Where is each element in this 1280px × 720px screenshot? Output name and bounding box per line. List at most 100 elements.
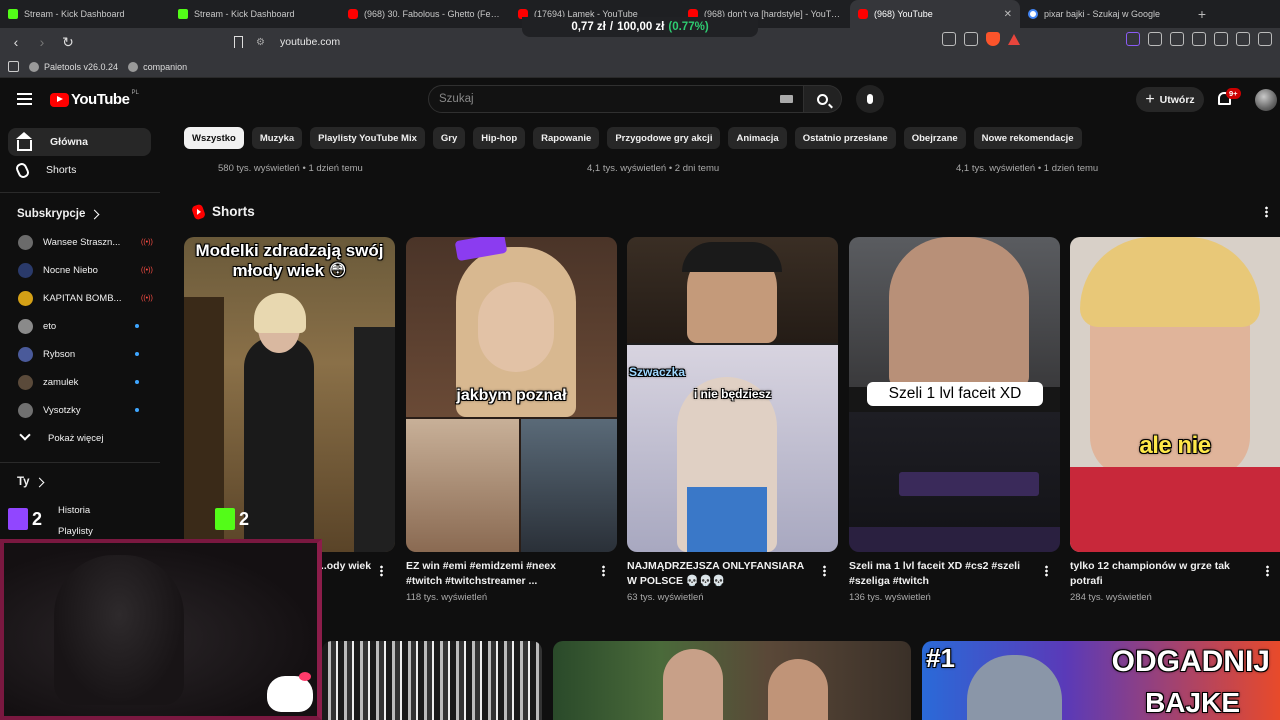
you-header[interactable]: Ty [17,476,45,488]
bookmark-item[interactable]: Paletools v26.0.24 [29,61,119,72]
browser-tab[interactable]: Stream - Kick Dashboard [170,0,340,28]
microphone-icon [867,94,873,104]
channel-avatar [18,262,33,278]
short-title[interactable]: ...ody wiek [318,559,378,574]
short-thumbnail[interactable]: Szwaczka i nie będziesz [627,237,838,552]
subscription-item[interactable]: Vysotzky [8,396,151,424]
short-thumbnail[interactable]: ale nie [1070,237,1280,552]
subscription-item[interactable]: eto [8,312,151,340]
chip[interactable]: Nowe rekomendacje [973,127,1082,149]
video-thumbnail[interactable]: #1 ODGADNIJ BAJKE [922,641,1280,720]
more-options-icon[interactable] [823,565,826,577]
youtube-logo[interactable]: YouTube PL [50,90,139,108]
short-title[interactable]: tylko 12 championów w grze tak potrafi [1070,559,1245,589]
bookmark-item[interactable]: companion [128,61,188,72]
bookmark-icon[interactable] [234,36,243,48]
subscription-item[interactable]: zamulek [8,368,151,396]
search-input[interactable]: Szukaj [428,85,804,113]
subscriptions-header[interactable]: Subskrypcje [17,208,100,220]
chip[interactable]: Obejrzane [903,127,966,149]
more-options-icon[interactable] [380,565,383,577]
subscription-item[interactable]: Rybson [8,340,151,368]
wallet-icon[interactable] [1258,32,1272,46]
short-thumbnail[interactable]: Modelki zdradzają swój młody wiek 😳 [184,237,395,552]
viewer-count-overlay: 2 [8,508,42,530]
apps-icon[interactable] [8,61,19,72]
channel-avatar [18,318,33,334]
chip[interactable]: Playlisty YouTube Mix [310,127,425,149]
puzzle-icon[interactable] [1170,32,1184,46]
thumb-figure [967,655,1062,720]
sidebar-item-home[interactable]: Główna [8,128,151,156]
forward-icon[interactable]: › [32,32,52,52]
youtube-play-icon [50,92,69,107]
subscription-item[interactable]: Wansee Straszn... ((•)) [8,228,153,256]
search-button[interactable] [804,85,842,113]
subscription-item[interactable]: Nocne Niebo ((•)) [8,256,153,284]
bookmark-favicon-icon [29,61,39,72]
thumb-overlay-text: BAJKE [1145,687,1240,718]
voice-search-button[interactable] [856,85,884,113]
back-icon[interactable]: ‹ [6,32,26,52]
live-icon: ((•)) [141,294,153,302]
sidebar-item-shorts[interactable]: Shorts [8,156,151,184]
chip[interactable]: Ostatnio przesłane [794,127,896,149]
tab-title: (968) 30. Fabolous - Ghetto (Feat. Th [364,9,502,19]
thumb-figure [768,659,828,720]
keyboard-icon[interactable] [780,95,793,103]
video-thumbnail[interactable] [322,641,542,720]
screenshot-icon[interactable] [1192,32,1206,46]
extension-icon[interactable] [1126,32,1140,46]
more-options-icon[interactable] [1045,565,1048,577]
twitch-logo-icon [8,508,28,530]
show-more-button[interactable]: Pokaż więcej [8,424,151,452]
hamburger-menu-icon[interactable] [17,93,32,105]
chip-all[interactable]: Wszystko [184,127,244,149]
short-title[interactable]: NAJMĄDRZEJSZA ONLYFANSIARA W POLSCE 💀💀💀 [627,559,807,589]
browser-tab[interactable]: pixar bajki - Szukaj w Google [1020,0,1190,28]
bookmark-label: companion [143,61,188,72]
short-thumbnail[interactable]: jakbym poznał [406,237,617,552]
short-thumbnail[interactable]: Szeli 1 lvl faceit XD [849,237,1060,552]
browser-tab-active[interactable]: (968) YouTube ✕ [850,0,1020,28]
goal-current: 0,77 zł [571,21,606,33]
video-thumbnail[interactable] [553,641,911,720]
thumb-figure [244,337,314,552]
close-tab-icon[interactable]: ✕ [1004,9,1012,20]
chip[interactable]: Hip-hop [473,127,526,149]
channel-avatar [18,402,33,418]
short-title[interactable]: Szeli ma 1 lvl faceit XD #cs2 #szeli #sz… [849,559,1029,589]
subscription-item[interactable]: KAPITAN BOMB... ((•)) [8,284,153,312]
create-button[interactable]: + Utwórz [1136,87,1204,112]
reload-icon[interactable]: ↻ [58,32,78,52]
site-settings-icon[interactable]: ⚙ [256,37,270,48]
media-icon[interactable] [1214,32,1228,46]
bookmark-label: Paletools v26.0.24 [44,61,119,72]
brave-rewards-icon[interactable] [1008,33,1020,45]
share-icon[interactable] [964,32,978,46]
sidebar-icon[interactable] [1236,32,1250,46]
browser-tab[interactable]: (968) 30. Fabolous - Ghetto (Feat. Th [340,0,510,28]
goal-separator: / [609,21,614,33]
more-options-icon[interactable] [1265,206,1268,218]
account-avatar[interactable] [1255,89,1277,111]
chip[interactable]: Rapowanie [533,127,600,149]
cast-icon[interactable] [942,32,956,46]
goal-target: 100,00 zł [617,21,665,33]
new-tab-button[interactable]: + [1190,0,1214,28]
chip[interactable]: Muzyka [251,127,303,149]
chip[interactable]: Gry [432,127,466,149]
sidebar-divider [0,192,160,193]
more-options-icon[interactable] [1266,565,1269,577]
extension-icon[interactable] [1148,32,1162,46]
section-title: Ty [17,476,30,488]
more-options-icon[interactable] [602,565,605,577]
browser-tab[interactable]: Stream - Kick Dashboard [0,0,170,28]
short-title[interactable]: EZ win #emi #emidzemi #neex #twitch #twi… [406,559,586,589]
chip[interactable]: Przygodowe gry akcji [607,127,721,149]
home-icon [16,131,32,151]
brave-shield-icon[interactable] [986,32,1000,46]
short-views: 136 tys. wyświetleń [849,592,931,603]
thumb-figure [663,649,723,720]
chip[interactable]: Animacja [728,127,787,149]
